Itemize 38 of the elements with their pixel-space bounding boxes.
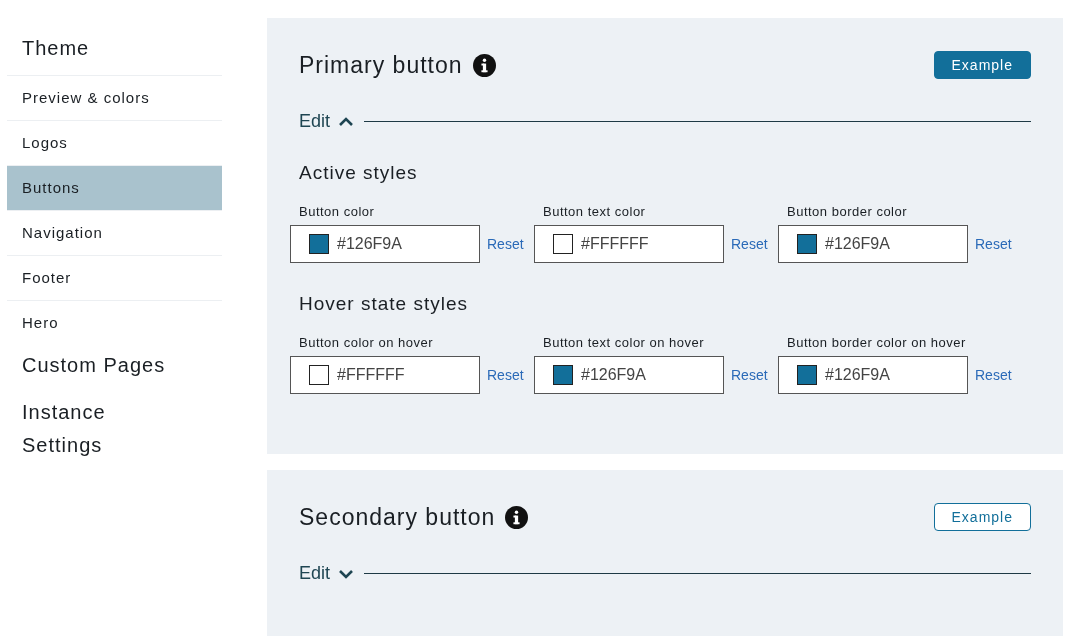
sidebar-item[interactable]: Footer [7, 255, 222, 300]
example-button[interactable]: Example [933, 51, 1031, 79]
sidebar-heading[interactable]: Instance Settings [7, 392, 197, 472]
field-label: Button color on hover [299, 335, 435, 350]
chevron-down-icon [338, 568, 355, 579]
color-input[interactable]: #126F9A [290, 225, 480, 263]
sidebar-item[interactable]: Preview & colors [7, 75, 222, 120]
field-label: Button text color on hover [543, 335, 706, 350]
reset-link[interactable]: Reset [731, 367, 768, 383]
reset-link[interactable]: Reset [487, 236, 524, 252]
field-label: Button text color [543, 204, 647, 219]
color-input[interactable]: #126F9A [534, 356, 724, 394]
chevron-up-icon [338, 116, 355, 127]
group-title: Hover state styles [299, 293, 469, 315]
example-button[interactable]: Example [933, 503, 1031, 531]
reset-link[interactable]: Reset [975, 367, 1012, 383]
edit-toggle[interactable]: Edit [299, 563, 355, 584]
color-input[interactable]: #FFFFFF [290, 356, 480, 394]
sidebar-heading[interactable]: Theme [7, 28, 197, 75]
sidebar-item[interactable]: Buttons [7, 165, 222, 210]
edit-toggle[interactable]: Edit [299, 111, 355, 132]
info-icon[interactable] [472, 53, 496, 77]
info-icon[interactable] [505, 505, 529, 529]
field-label: Button border color on hover [787, 335, 967, 350]
panel-title: Secondary button [299, 503, 496, 531]
group-title: Active styles [299, 162, 419, 184]
reset-link[interactable]: Reset [975, 236, 1012, 252]
sidebar-item[interactable]: Hero [7, 300, 222, 345]
field-label: Button color [299, 204, 376, 219]
panel-title: Primary button [299, 51, 463, 79]
sidebar-heading[interactable]: Custom Pages [7, 345, 197, 392]
color-input[interactable]: #FFFFFF [534, 225, 724, 263]
field-label: Button border color [787, 204, 909, 219]
color-input[interactable]: #126F9A [778, 225, 968, 263]
reset-link[interactable]: Reset [731, 236, 768, 252]
reset-link[interactable]: Reset [487, 367, 524, 383]
sidebar-item[interactable]: Navigation [7, 210, 222, 255]
color-input[interactable]: #126F9A [778, 356, 968, 394]
